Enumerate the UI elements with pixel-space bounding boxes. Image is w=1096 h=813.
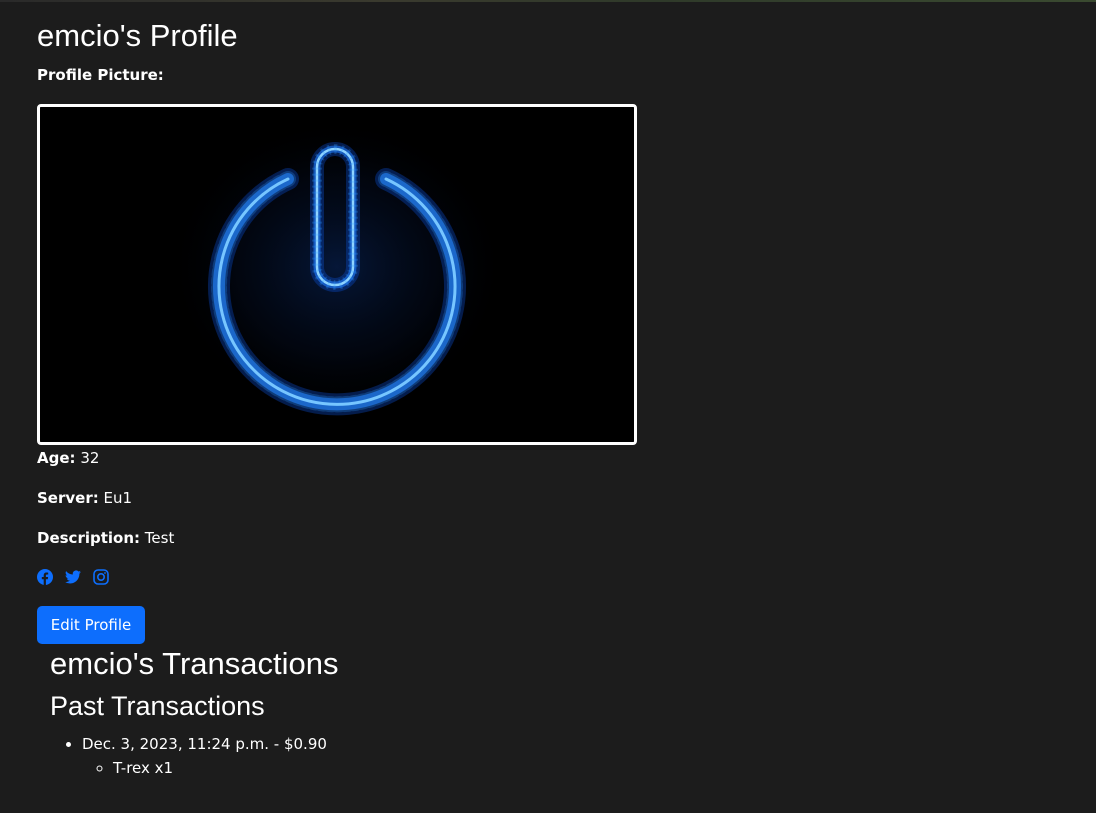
server-value: Eu1 (103, 489, 133, 507)
edit-profile-button[interactable]: Edit Profile (37, 606, 145, 644)
age-field: Age: 32 (37, 449, 100, 467)
top-strip (0, 0, 1096, 2)
social-links (37, 569, 109, 585)
profile-picture (37, 104, 637, 445)
transaction-list: Dec. 3, 2023, 11:24 p.m. - $0.90 T-rex x… (50, 732, 750, 780)
past-transactions-heading: Past Transactions (50, 691, 265, 721)
transaction-line-item: T-rex x1 (113, 756, 750, 780)
server-field: Server: Eu1 (37, 489, 133, 507)
twitter-icon[interactable] (65, 569, 81, 585)
profile-section: emcio's Profile Profile Picture: Age: 32… (37, 14, 737, 644)
description-value: Test (144, 529, 175, 547)
transaction-item: Dec. 3, 2023, 11:24 p.m. - $0.90 T-rex x… (82, 732, 750, 780)
facebook-icon[interactable] (37, 569, 53, 585)
glowing-power-icon (40, 107, 634, 442)
page-title: emcio's Profile (37, 18, 238, 53)
age-value: 32 (80, 449, 100, 467)
transactions-section: emcio's Transactions Past Transactions D… (50, 644, 750, 780)
profile-picture-label: Profile Picture: (37, 66, 164, 84)
instagram-icon[interactable] (93, 569, 109, 585)
description-field: Description: Test (37, 529, 175, 547)
transactions-title: emcio's Transactions (50, 646, 339, 681)
transaction-summary: Dec. 3, 2023, 11:24 p.m. - $0.90 (82, 735, 327, 753)
transaction-line-list: T-rex x1 (82, 756, 750, 780)
